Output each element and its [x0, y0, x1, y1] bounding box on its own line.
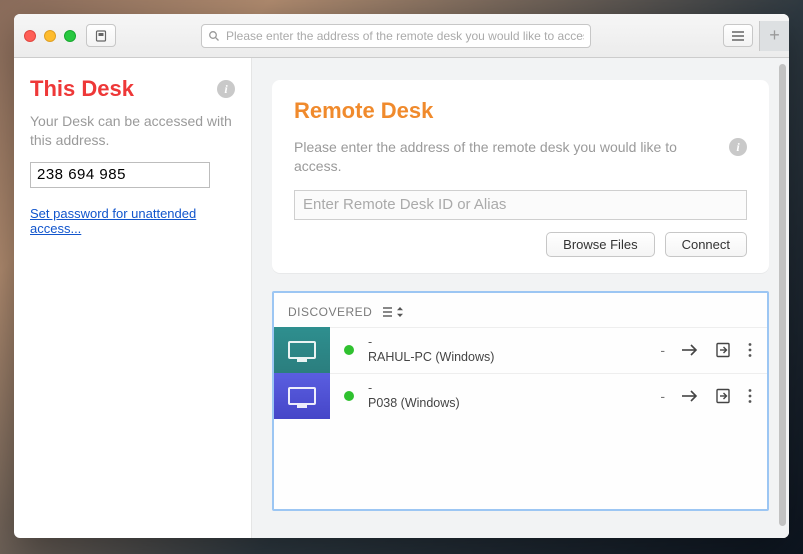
row-actions: -: [660, 342, 753, 358]
discovered-row[interactable]: - P038 (Windows) -: [274, 373, 767, 419]
titlebar: +: [14, 14, 789, 58]
new-tab-button[interactable]: +: [759, 21, 789, 51]
monitor-icon: [288, 387, 316, 405]
maximize-window-button[interactable]: [64, 30, 76, 42]
discovered-header: DISCOVERED: [274, 301, 767, 327]
menu-button[interactable]: [723, 24, 753, 47]
connect-button[interactable]: Connect: [665, 232, 747, 257]
file-transfer-button[interactable]: [715, 342, 731, 358]
more-options-button[interactable]: [747, 388, 753, 404]
this-desk-header: This Desk i: [30, 76, 235, 102]
file-transfer-icon: [715, 342, 731, 358]
app-window: + This Desk i Your Desk can be accessed …: [14, 14, 789, 538]
favorite-placeholder: -: [660, 342, 665, 358]
toolbar-right: +: [723, 24, 779, 47]
address-book-button[interactable]: [86, 24, 116, 47]
content-area: This Desk i Your Desk can be accessed wi…: [14, 58, 789, 538]
window-controls: [24, 30, 76, 42]
more-options-button[interactable]: [747, 342, 753, 358]
main-panel: Remote Desk Please enter the address of …: [252, 58, 789, 538]
kebab-icon: [747, 342, 753, 358]
connect-arrow-button[interactable]: [681, 343, 699, 357]
connect-arrow-button[interactable]: [681, 389, 699, 403]
this-desk-subtitle: Your Desk can be accessed with this addr…: [30, 112, 235, 150]
client-thumbnail: [274, 327, 330, 373]
status-online-icon: [344, 345, 354, 355]
sidebar: This Desk i Your Desk can be accessed wi…: [14, 58, 252, 538]
status-online-icon: [344, 391, 354, 401]
this-desk-address-input[interactable]: [30, 162, 210, 188]
client-name: P038 (Windows): [368, 396, 460, 412]
close-window-button[interactable]: [24, 30, 36, 42]
address-search-input[interactable]: [226, 29, 584, 43]
client-name: RAHUL-PC (Windows): [368, 350, 494, 366]
discovered-rows: - RAHUL-PC (Windows) - - P038 (Windows) …: [274, 327, 767, 419]
address-book-icon: [95, 30, 107, 42]
file-transfer-icon: [715, 388, 731, 404]
discovered-heading: DISCOVERED: [288, 305, 372, 319]
remote-desk-subtitle: Please enter the address of the remote d…: [294, 138, 717, 176]
remote-buttons: Browse Files Connect: [294, 232, 747, 257]
kebab-icon: [747, 388, 753, 404]
remote-desk-panel: Remote Desk Please enter the address of …: [272, 80, 769, 273]
discovered-row[interactable]: - RAHUL-PC (Windows) -: [274, 327, 767, 373]
search-icon: [208, 30, 220, 42]
scrollbar-thumb[interactable]: [779, 64, 786, 526]
address-search[interactable]: [201, 24, 591, 48]
remote-desk-input[interactable]: [294, 190, 747, 220]
scrollbar[interactable]: [779, 64, 786, 532]
favorite-placeholder: -: [660, 388, 665, 404]
view-mode-toggle[interactable]: [382, 306, 406, 318]
row-actions: -: [660, 388, 753, 404]
this-desk-title: This Desk: [30, 76, 134, 102]
remote-desk-title: Remote Desk: [294, 98, 747, 124]
arrow-right-icon: [681, 389, 699, 403]
client-alias: -: [368, 381, 460, 397]
plus-icon: +: [769, 25, 780, 46]
list-sort-icon: [382, 306, 406, 318]
discovered-section: DISCOVERED - RAHUL-P: [272, 291, 769, 511]
monitor-icon: [288, 341, 316, 359]
client-labels: - RAHUL-PC (Windows): [368, 335, 494, 366]
arrow-right-icon: [681, 343, 699, 357]
file-transfer-button[interactable]: [715, 388, 731, 404]
client-labels: - P038 (Windows): [368, 381, 460, 412]
set-password-link[interactable]: Set password for unattended access...: [30, 206, 235, 236]
hamburger-icon: [731, 31, 745, 41]
info-icon[interactable]: i: [729, 138, 747, 156]
info-icon[interactable]: i: [217, 80, 235, 98]
client-thumbnail: [274, 373, 330, 419]
minimize-window-button[interactable]: [44, 30, 56, 42]
browse-files-button[interactable]: Browse Files: [546, 232, 654, 257]
client-alias: -: [368, 335, 494, 351]
